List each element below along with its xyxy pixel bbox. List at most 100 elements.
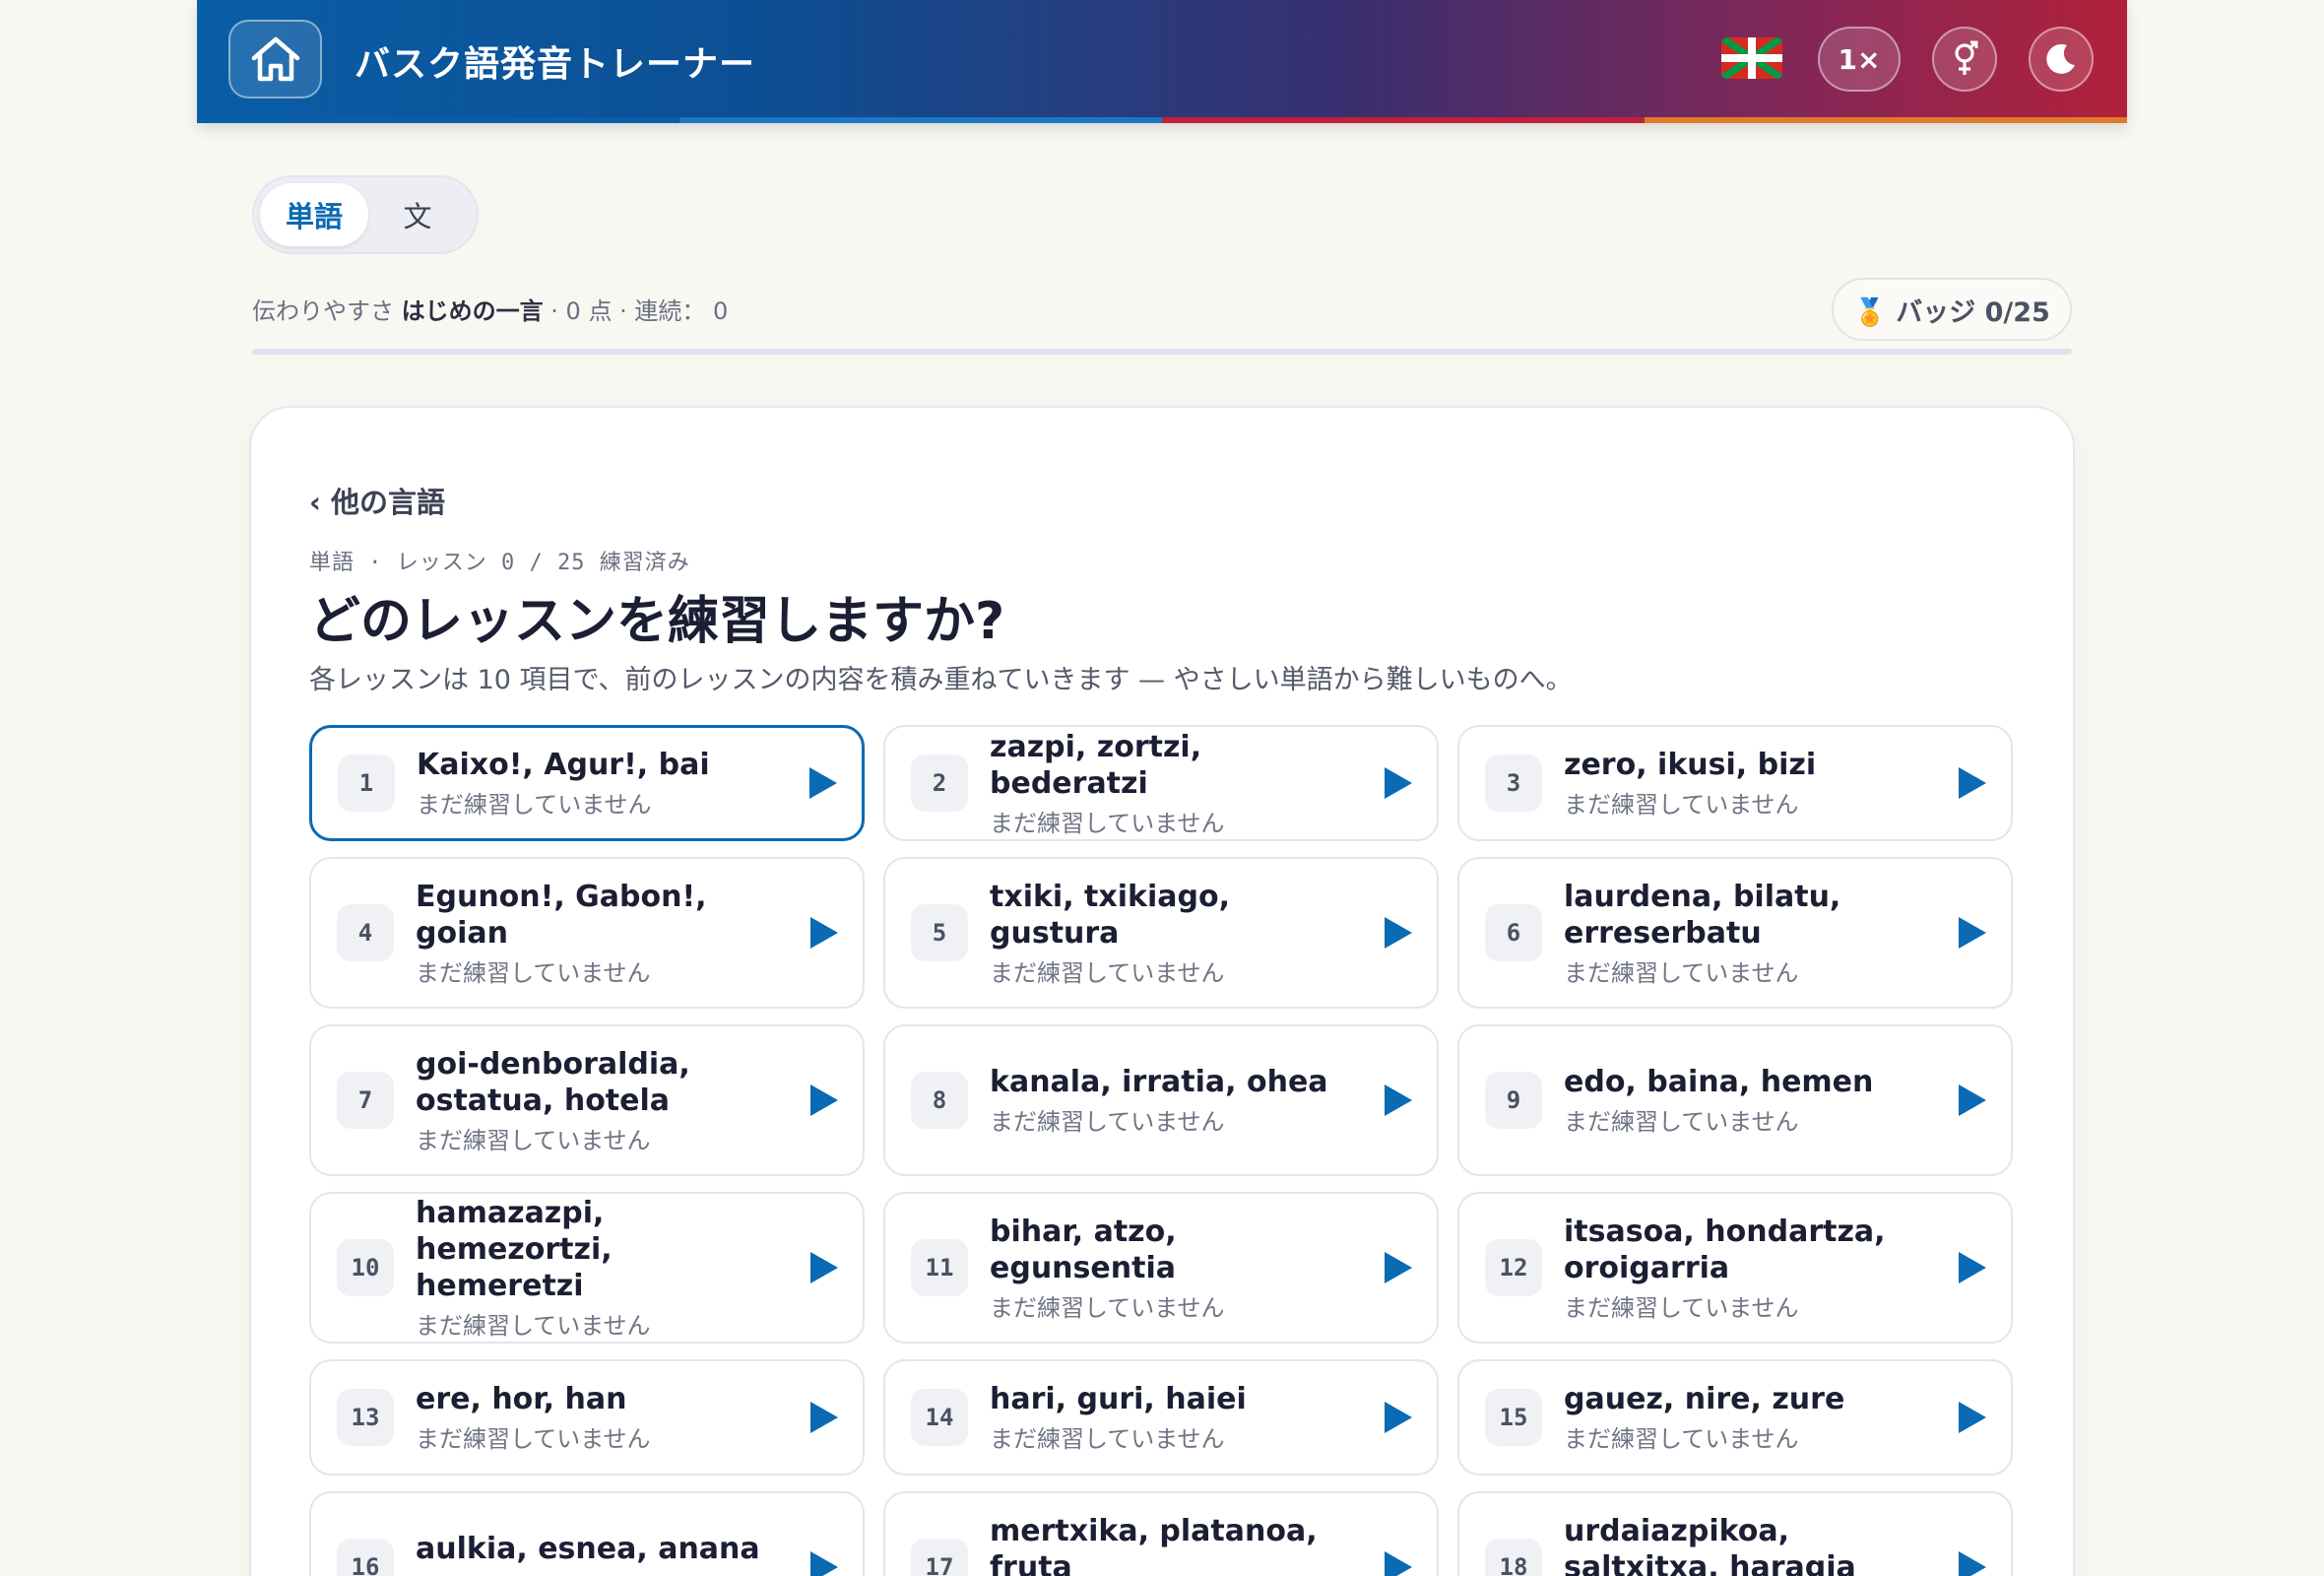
lesson-number: 1 (338, 755, 395, 812)
page-subtitle: 各レッスンは 10 項目で、前のレッスンの内容を積み重ねていきます — やさしい… (309, 665, 1573, 695)
mode-toggle: 単語 文 (252, 175, 479, 254)
back-link[interactable]: ‹ 他の言語 (309, 480, 445, 521)
lesson-text: zero, ikusi, bizi まだ練習していません (1564, 747, 1932, 820)
lesson-words: goi-denboraldia, ostatua, hotela (416, 1046, 690, 1118)
lesson-text: mertxika, platanoa, frutaまだ練習していません (990, 1513, 1358, 1576)
lesson-number: 14 (911, 1389, 968, 1446)
play-icon[interactable] (1382, 1400, 1415, 1435)
stripe-segment (197, 117, 679, 123)
home-button[interactable] (228, 20, 322, 98)
lesson-status: まだ練習していません (990, 958, 1225, 987)
lesson-text: kanala, irratia, ohea まだ練習していません (990, 1064, 1358, 1137)
lesson-number: 11 (911, 1239, 968, 1296)
lesson-text: hamazazpi, hemezortzi, hemeretzi まだ練習していま… (416, 1195, 784, 1341)
lesson-status: まだ練習していません (416, 1425, 651, 1453)
tab-sentences[interactable]: 文 (368, 183, 467, 246)
play-icon[interactable] (807, 765, 840, 801)
lesson-number: 9 (1485, 1072, 1542, 1129)
lesson-words: hamazazpi, hemezortzi, hemeretzi (416, 1196, 613, 1303)
lesson-words: urdaiazpikoa, saltxitxa, haragia (1564, 1513, 1856, 1576)
lesson-status: まだ練習していません (416, 1126, 651, 1154)
lesson-text: hari, guri, haiei まだ練習していません (990, 1381, 1358, 1454)
lesson-number: 16 (337, 1539, 394, 1576)
lesson-words: edo, baina, hemen (1564, 1065, 1874, 1099)
lesson-words: Egunon!, Gabon!, goian (416, 879, 707, 951)
gender-icon (1955, 40, 1978, 75)
basque-flag-icon[interactable] (1721, 37, 1782, 79)
lesson-item[interactable]: 18 urdaiazpikoa, saltxitxa, haragiaまだ練習して… (1457, 1491, 2013, 1576)
status-line: 伝わりやすさ はじめの一言 · 0 点 · 連続： 0 (252, 292, 728, 326)
lesson-status: まだ練習していません (416, 1569, 784, 1576)
lesson-item[interactable]: 1 Kaixo!, Agur!, bai まだ練習していません (309, 725, 865, 841)
lesson-item[interactable]: 14 hari, guri, haiei まだ練習していません (883, 1359, 1439, 1476)
badge-button[interactable]: 🏅 バッジ 0/25 (1832, 278, 2072, 341)
lesson-text: itsasoa, hondartza, oroigarria まだ練習していません (1564, 1214, 1932, 1323)
play-icon[interactable] (1956, 1250, 1989, 1285)
play-icon[interactable] (1956, 1400, 1989, 1435)
lesson-item[interactable]: 4 Egunon!, Gabon!, goian まだ練習していません (309, 857, 865, 1009)
play-icon[interactable] (807, 1083, 841, 1118)
status-level: はじめの一言 (401, 297, 544, 325)
lesson-words: bihar, atzo, egunsentia (990, 1214, 1177, 1285)
lesson-item[interactable]: 5 txiki, txikiago, gustura まだ練習していません (883, 857, 1439, 1009)
lesson-item[interactable]: 17 mertxika, platanoa, frutaまだ練習していません (883, 1491, 1439, 1576)
play-icon[interactable] (1382, 1250, 1415, 1285)
lesson-status: まだ練習していません (990, 1108, 1225, 1136)
lesson-number: 2 (911, 755, 968, 812)
header-stripe (197, 117, 2127, 123)
lesson-number: 4 (337, 904, 394, 961)
play-icon[interactable] (1382, 1083, 1415, 1118)
lesson-item[interactable]: 9 edo, baina, hemen まだ練習していません (1457, 1024, 2013, 1176)
lesson-item[interactable]: 7 goi-denboraldia, ostatua, hotela まだ練習してい… (309, 1024, 865, 1176)
status-prefix: 伝わりやすさ (252, 297, 394, 325)
play-icon[interactable] (807, 1549, 841, 1576)
play-icon[interactable] (1956, 1083, 1989, 1118)
lesson-item[interactable]: 12 itsasoa, hondartza, oroigarria まだ練習していま… (1457, 1192, 2013, 1344)
lesson-status: まだ練習していません (990, 809, 1225, 837)
lesson-number: 8 (911, 1072, 968, 1129)
home-icon (251, 36, 299, 82)
voice-gender-button[interactable] (1932, 27, 1997, 92)
lesson-words: kanala, irratia, ohea (990, 1065, 1328, 1099)
lesson-status: まだ練習していません (990, 1293, 1225, 1322)
lesson-words: laurdena, bilatu, erreserbatu (1564, 879, 1841, 951)
lesson-text: Kaixo!, Agur!, bai まだ練習していません (417, 747, 783, 820)
play-icon[interactable] (1382, 1549, 1415, 1576)
lesson-words: zero, ikusi, bizi (1564, 748, 1817, 782)
lesson-item[interactable]: 2 zazpi, zortzi, bederatzi まだ練習していません (883, 725, 1439, 841)
lesson-number: 18 (1485, 1539, 1542, 1576)
lesson-number: 12 (1485, 1239, 1542, 1296)
lesson-text: bihar, atzo, egunsentia まだ練習していません (990, 1214, 1358, 1323)
app-title: バスク語発音トレーナー (355, 44, 756, 85)
play-icon[interactable] (1382, 765, 1415, 801)
lesson-item[interactable]: 15 gauez, nire, zure まだ練習していません (1457, 1359, 2013, 1476)
lesson-number: 10 (337, 1239, 394, 1296)
play-icon[interactable] (807, 915, 841, 951)
lesson-item[interactable]: 8 kanala, irratia, ohea まだ練習していません (883, 1024, 1439, 1176)
speed-button[interactable]: 1× (1818, 27, 1901, 92)
lesson-number: 13 (337, 1389, 394, 1446)
stripe-segment (1645, 117, 2127, 123)
play-icon[interactable] (1956, 1549, 1989, 1576)
lesson-item[interactable]: 13 ere, hor, han まだ練習していません (309, 1359, 865, 1476)
lesson-words: Kaixo!, Agur!, bai (417, 748, 710, 782)
lesson-text: laurdena, bilatu, erreserbatu まだ練習していません (1564, 879, 1932, 988)
lesson-text: Egunon!, Gabon!, goian まだ練習していません (416, 879, 784, 988)
lesson-number: 17 (911, 1539, 968, 1576)
dark-mode-button[interactable] (2029, 27, 2094, 92)
play-icon[interactable] (1382, 915, 1415, 951)
lesson-item[interactable]: 10 hamazazpi, hemezortzi, hemeretzi まだ練習して… (309, 1192, 865, 1344)
play-icon[interactable] (807, 1400, 841, 1435)
lesson-item[interactable]: 6 laurdena, bilatu, erreserbatu まだ練習していません (1457, 857, 2013, 1009)
lesson-item[interactable]: 16 aulkia, esnea, anana まだ練習していません (309, 1491, 865, 1576)
play-icon[interactable] (1956, 915, 1989, 951)
play-icon[interactable] (1956, 765, 1989, 801)
lesson-item[interactable]: 3 zero, ikusi, bizi まだ練習していません (1457, 725, 2013, 841)
lesson-status: まだ練習していません (1564, 1293, 1799, 1322)
play-icon[interactable] (807, 1250, 841, 1285)
lesson-status: まだ練習していません (1564, 1108, 1799, 1136)
lesson-item[interactable]: 11 bihar, atzo, egunsentia まだ練習していません (883, 1192, 1439, 1344)
lesson-text: edo, baina, hemen まだ練習していません (1564, 1064, 1932, 1137)
tab-words[interactable]: 単語 (260, 183, 368, 246)
lesson-progress-label: 単語 · レッスン 0 / 25 練習済み (309, 551, 690, 575)
